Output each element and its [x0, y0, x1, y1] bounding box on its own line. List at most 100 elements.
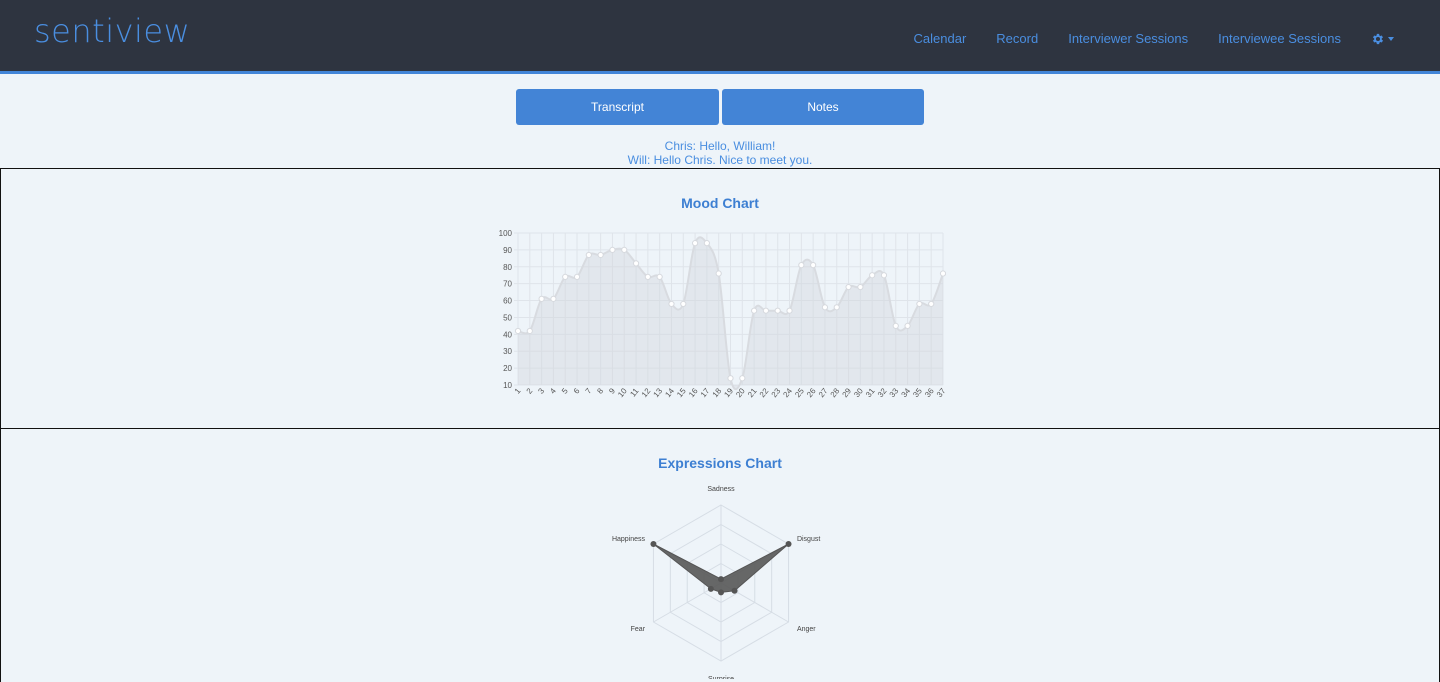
y-tick-label: 30 — [503, 347, 512, 356]
expressions-data-point — [707, 585, 714, 592]
transcript-line: Chris: Hello, William! — [664, 139, 776, 153]
x-tick-label: 35 — [911, 386, 924, 399]
mood-data-point — [585, 251, 592, 259]
mood-data-point — [514, 327, 522, 335]
x-tick-label: 11 — [628, 386, 641, 399]
navbar: sentiview Calendar Record Interviewer Se… — [0, 0, 1440, 74]
mood-data-point — [597, 251, 604, 259]
mood-data-point — [715, 270, 722, 277]
y-tick-label: 50 — [503, 313, 512, 322]
x-tick-label: 10 — [616, 386, 629, 399]
settings-dropdown[interactable] — [1371, 32, 1394, 46]
mood-data-point — [762, 307, 770, 314]
x-tick-label: 24 — [781, 386, 794, 399]
expressions-data-point — [718, 589, 724, 596]
mood-data-point — [550, 295, 557, 302]
mood-data-point — [928, 300, 935, 308]
mood-data-point — [727, 375, 734, 382]
view-toggle: Transcript Notes — [516, 89, 924, 125]
x-tick-label: 14 — [663, 386, 676, 399]
expressions-data-point — [731, 587, 738, 594]
y-tick-label: 80 — [503, 263, 512, 272]
transcript-line: Will: Hello Chris. Nice to meet you. — [627, 153, 813, 167]
radar-axis-label: Happiness — [612, 536, 646, 543]
x-tick-label: 27 — [817, 386, 830, 399]
mood-data-point — [538, 295, 545, 302]
transcript-text: Chris: Hello, William! Will: Hello Chris… — [0, 139, 1440, 167]
notes-button[interactable]: Notes — [722, 89, 924, 125]
mood-data-point — [621, 246, 628, 253]
x-tick-label: 2 — [525, 386, 535, 396]
x-tick-label: 15 — [675, 386, 688, 399]
expressions-chart: Sadness Disgust Anger Surprise Fear Happiness — [612, 486, 820, 679]
x-tick-label: 37 — [935, 386, 946, 399]
nav-menu: Calendar Record Interviewer Sessions Int… — [884, 31, 1394, 46]
mood-data-point — [703, 240, 710, 247]
mood-data-point — [857, 283, 864, 291]
mood-data-point — [892, 322, 899, 329]
mood-data-point — [869, 272, 876, 279]
radar-axis-label: Sadness — [707, 486, 735, 493]
y-tick-label: 20 — [503, 364, 512, 373]
mood-data-point — [691, 240, 699, 247]
mood-data-point — [751, 307, 758, 314]
radar-axis-label: Disgust — [797, 536, 820, 543]
mood-chart-title: Mood Chart — [681, 195, 759, 211]
y-tick-label: 40 — [503, 330, 512, 339]
x-tick-label: 16 — [687, 386, 700, 399]
nav-calendar[interactable]: Calendar — [914, 31, 967, 46]
radar-axis-label: Anger — [797, 626, 816, 633]
mood-data-point — [680, 300, 687, 308]
mood-data-point — [632, 260, 640, 267]
x-tick-label: 25 — [793, 386, 806, 399]
x-tick-label: 31 — [864, 386, 877, 399]
mood-data-point — [833, 304, 840, 311]
expressions-chart-panel: Expressions Chart Sadness Disgust Anger Sur… — [0, 428, 1440, 682]
mood-data-point — [668, 300, 675, 308]
x-tick-label: 32 — [876, 386, 889, 399]
mood-data-point — [609, 246, 616, 253]
nav-interviewer-sessions[interactable]: Interviewer Sessions — [1068, 31, 1188, 46]
y-tick-label: 10 — [503, 381, 512, 390]
mood-data-point — [845, 283, 852, 291]
mood-data-point — [810, 261, 817, 269]
x-tick-label: 26 — [805, 386, 818, 399]
x-tick-label: 30 — [852, 386, 865, 399]
chevron-down-icon — [1388, 36, 1394, 41]
nav-record[interactable]: Record — [996, 31, 1038, 46]
x-tick-label: 8 — [595, 386, 605, 396]
y-tick-label: 70 — [503, 280, 512, 289]
gear-icon — [1372, 33, 1384, 44]
mood-data-point — [821, 304, 829, 311]
y-tick-label: 90 — [503, 246, 512, 255]
x-tick-label: 33 — [888, 386, 901, 399]
x-tick-label: 3 — [536, 386, 546, 396]
mood-data-point — [798, 261, 805, 269]
nav-interviewee-sessions[interactable]: Interviewee Sessions — [1218, 31, 1341, 46]
x-tick-label: 29 — [840, 386, 853, 399]
x-tick-label: 5 — [560, 386, 570, 396]
expressions-data-point — [718, 576, 724, 583]
mood-data-point — [774, 307, 781, 314]
transcript-button[interactable]: Transcript — [516, 89, 719, 125]
x-tick-label: 22 — [758, 386, 771, 399]
x-tick-label: 23 — [770, 386, 783, 399]
mood-data-point — [526, 327, 533, 335]
mood-data-point — [786, 307, 793, 314]
mood-data-point — [939, 270, 946, 277]
expressions-chart-title: Expressions Chart — [658, 455, 782, 471]
x-tick-label: 36 — [923, 386, 936, 399]
expressions-data-point — [650, 541, 657, 547]
x-tick-label: 6 — [572, 386, 582, 396]
brand-logo[interactable]: sentiview — [34, 12, 190, 50]
mood-data-point — [916, 300, 923, 308]
y-tick-label: 100 — [499, 229, 513, 238]
mood-data-point — [644, 273, 651, 281]
x-tick-label: 1 — [513, 386, 523, 396]
x-tick-label: 13 — [652, 386, 665, 399]
mood-data-point — [904, 322, 911, 329]
mood-chart-panel: Mood Chart 10 20 30 40 50 60 70 80 90 100 1 2 3 4 5 6 7 8… — [0, 168, 1440, 429]
x-tick-label: 4 — [548, 386, 558, 396]
radar-axis-label: Fear — [631, 626, 646, 633]
x-tick-label: 12 — [640, 386, 653, 399]
